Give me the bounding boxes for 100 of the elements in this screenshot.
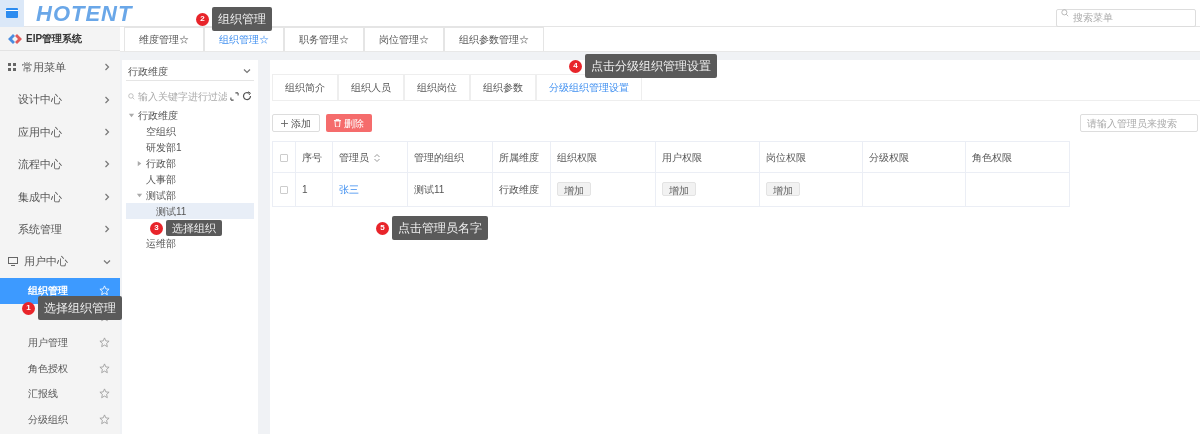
search-icon: [128, 92, 135, 100]
column-header: 分级权限: [862, 141, 966, 173]
callout-tooltip: 点击分级组织管理设置: [585, 54, 717, 78]
sidebar-menu-item[interactable]: 集成中心: [0, 180, 120, 213]
menu-label: 集成中心: [17, 189, 62, 205]
submenu-label: 汇报线: [28, 387, 58, 402]
tab[interactable]: 岗位管理☆: [364, 27, 444, 51]
tree-node[interactable]: 行政部: [126, 155, 254, 171]
search-icon: [1061, 9, 1069, 17]
admin-link[interactable]: 张三: [339, 184, 359, 195]
add-permission-button[interactable]: 增加: [766, 181, 800, 196]
sidebar-menu-item[interactable]: 系统管理: [0, 212, 120, 246]
monitor-icon: [8, 257, 18, 267]
menu-label: 设计中心: [17, 92, 62, 108]
tree-node-label: 空组织: [146, 124, 176, 139]
submenu-label: 分级组织: [28, 413, 68, 428]
caret-icon[interactable]: [136, 159, 143, 167]
tree-node-label: 测试11: [156, 204, 187, 219]
menu-label: 用户中心: [24, 254, 68, 270]
table-cell: 1: [302, 184, 308, 195]
checkbox[interactable]: [280, 153, 288, 162]
tree-node[interactable]: 测试11: [126, 203, 254, 219]
menu-label: 常用菜单: [22, 59, 66, 75]
chevron-right-icon: [102, 94, 112, 105]
column-header: 角色权限: [965, 141, 1070, 173]
tree-node-label: 行政维度: [138, 108, 178, 123]
caret-icon[interactable]: [128, 111, 135, 119]
menu-label: 应用中心: [17, 124, 62, 140]
step-badge: 2: [196, 12, 209, 26]
checkbox[interactable]: [280, 186, 288, 195]
plus-icon: [281, 119, 288, 127]
chevron-down-icon: [242, 66, 252, 76]
refresh-icon[interactable]: [242, 91, 252, 101]
expand-icon[interactable]: [230, 91, 239, 101]
star-icon[interactable]: [99, 362, 110, 374]
submenu-item[interactable]: 角色授权: [0, 355, 120, 381]
tree-node[interactable]: 运维部: [126, 235, 254, 251]
admin-search-field[interactable]: 请输入管理员来搜索: [1080, 114, 1198, 132]
sidebar-menu-item[interactable]: 常用菜单: [0, 51, 120, 84]
chevron-right-icon: [102, 191, 112, 202]
submenu-label: 角色授权: [28, 361, 68, 376]
search-field[interactable]: 搜索菜单: [1056, 8, 1196, 27]
add-button[interactable]: 添加: [272, 114, 320, 132]
tab[interactable]: 组织岗位: [404, 74, 470, 101]
star-icon[interactable]: [99, 414, 110, 426]
logo-icon: [8, 33, 22, 44]
tab[interactable]: 组织简介: [272, 74, 338, 101]
tree-node[interactable]: 研发部1: [126, 139, 254, 155]
chevron-right-icon: [102, 126, 112, 137]
column-header: 管理的组织: [407, 141, 493, 173]
sidebar-menu-item[interactable]: 设计中心: [0, 83, 120, 116]
menu-label: 系统管理: [17, 221, 62, 237]
callout-tooltip: 组织管理: [212, 7, 272, 31]
table-cell: 测试11: [414, 184, 445, 195]
dimension-select[interactable]: 行政维度: [126, 62, 254, 81]
system-title: EIP管理系统: [26, 32, 83, 46]
column-header: 用户权限: [655, 141, 760, 173]
column-header: 组织权限: [550, 141, 656, 173]
column-header[interactable]: 管理员: [332, 141, 408, 173]
tab[interactable]: 组织参数管理☆: [444, 27, 544, 51]
sidebar-menu-item[interactable]: 应用中心: [0, 115, 120, 149]
column-header: 岗位权限: [759, 141, 863, 173]
column-header: 序号: [295, 141, 333, 173]
sort-icon[interactable]: [374, 153, 380, 162]
callout-tooltip: 选择组织管理: [38, 296, 122, 320]
tree-node[interactable]: 行政维度: [126, 107, 254, 123]
submenu-label: 组织管理: [28, 284, 68, 299]
add-permission-button[interactable]: 增加: [662, 181, 696, 196]
menu-icon[interactable]: [6, 8, 18, 18]
tree-node-label: 研发部1: [146, 140, 182, 155]
filter-field[interactable]: 输入关键字进行过滤: [138, 88, 227, 104]
tree-node-label: 测试部: [146, 188, 176, 203]
tab[interactable]: 组织人员: [338, 74, 404, 101]
chevron-right-icon: [102, 159, 112, 170]
tab[interactable]: 组织参数: [470, 74, 536, 101]
tree-node-label: 运维部: [146, 236, 176, 251]
caret-icon[interactable]: [136, 191, 143, 199]
submenu-item[interactable]: 用户管理: [0, 329, 120, 356]
tree-node[interactable]: 测试部: [126, 187, 254, 203]
star-icon[interactable]: [99, 336, 110, 348]
tab[interactable]: 职务管理☆: [284, 27, 364, 51]
star-icon[interactable]: [99, 388, 110, 400]
menu-label: 流程中心: [17, 157, 62, 173]
chevron-right-icon: [102, 224, 112, 235]
grid-icon: [8, 63, 16, 72]
tab[interactable]: 维度管理☆: [124, 27, 204, 51]
logo: HOTENT: [36, 0, 133, 28]
chevron-right-icon: [102, 62, 112, 73]
callout-tooltip: 点击管理员名字: [392, 216, 488, 240]
trash-icon: [334, 119, 341, 127]
submenu-item[interactable]: 分级组织: [0, 406, 120, 433]
sidebar-menu-item[interactable]: 流程中心: [0, 148, 120, 181]
submenu-label: 用户管理: [28, 335, 68, 350]
tree-node[interactable]: 空组织: [126, 123, 254, 139]
select-value: 行政维度: [128, 64, 168, 79]
tree-node[interactable]: 人事部: [126, 171, 254, 187]
tree-node-label: 行政部: [146, 156, 176, 171]
sidebar-menu-item[interactable]: 用户中心: [0, 245, 120, 278]
submenu-item[interactable]: 汇报线: [0, 380, 120, 407]
add-permission-button[interactable]: 增加: [557, 181, 591, 196]
